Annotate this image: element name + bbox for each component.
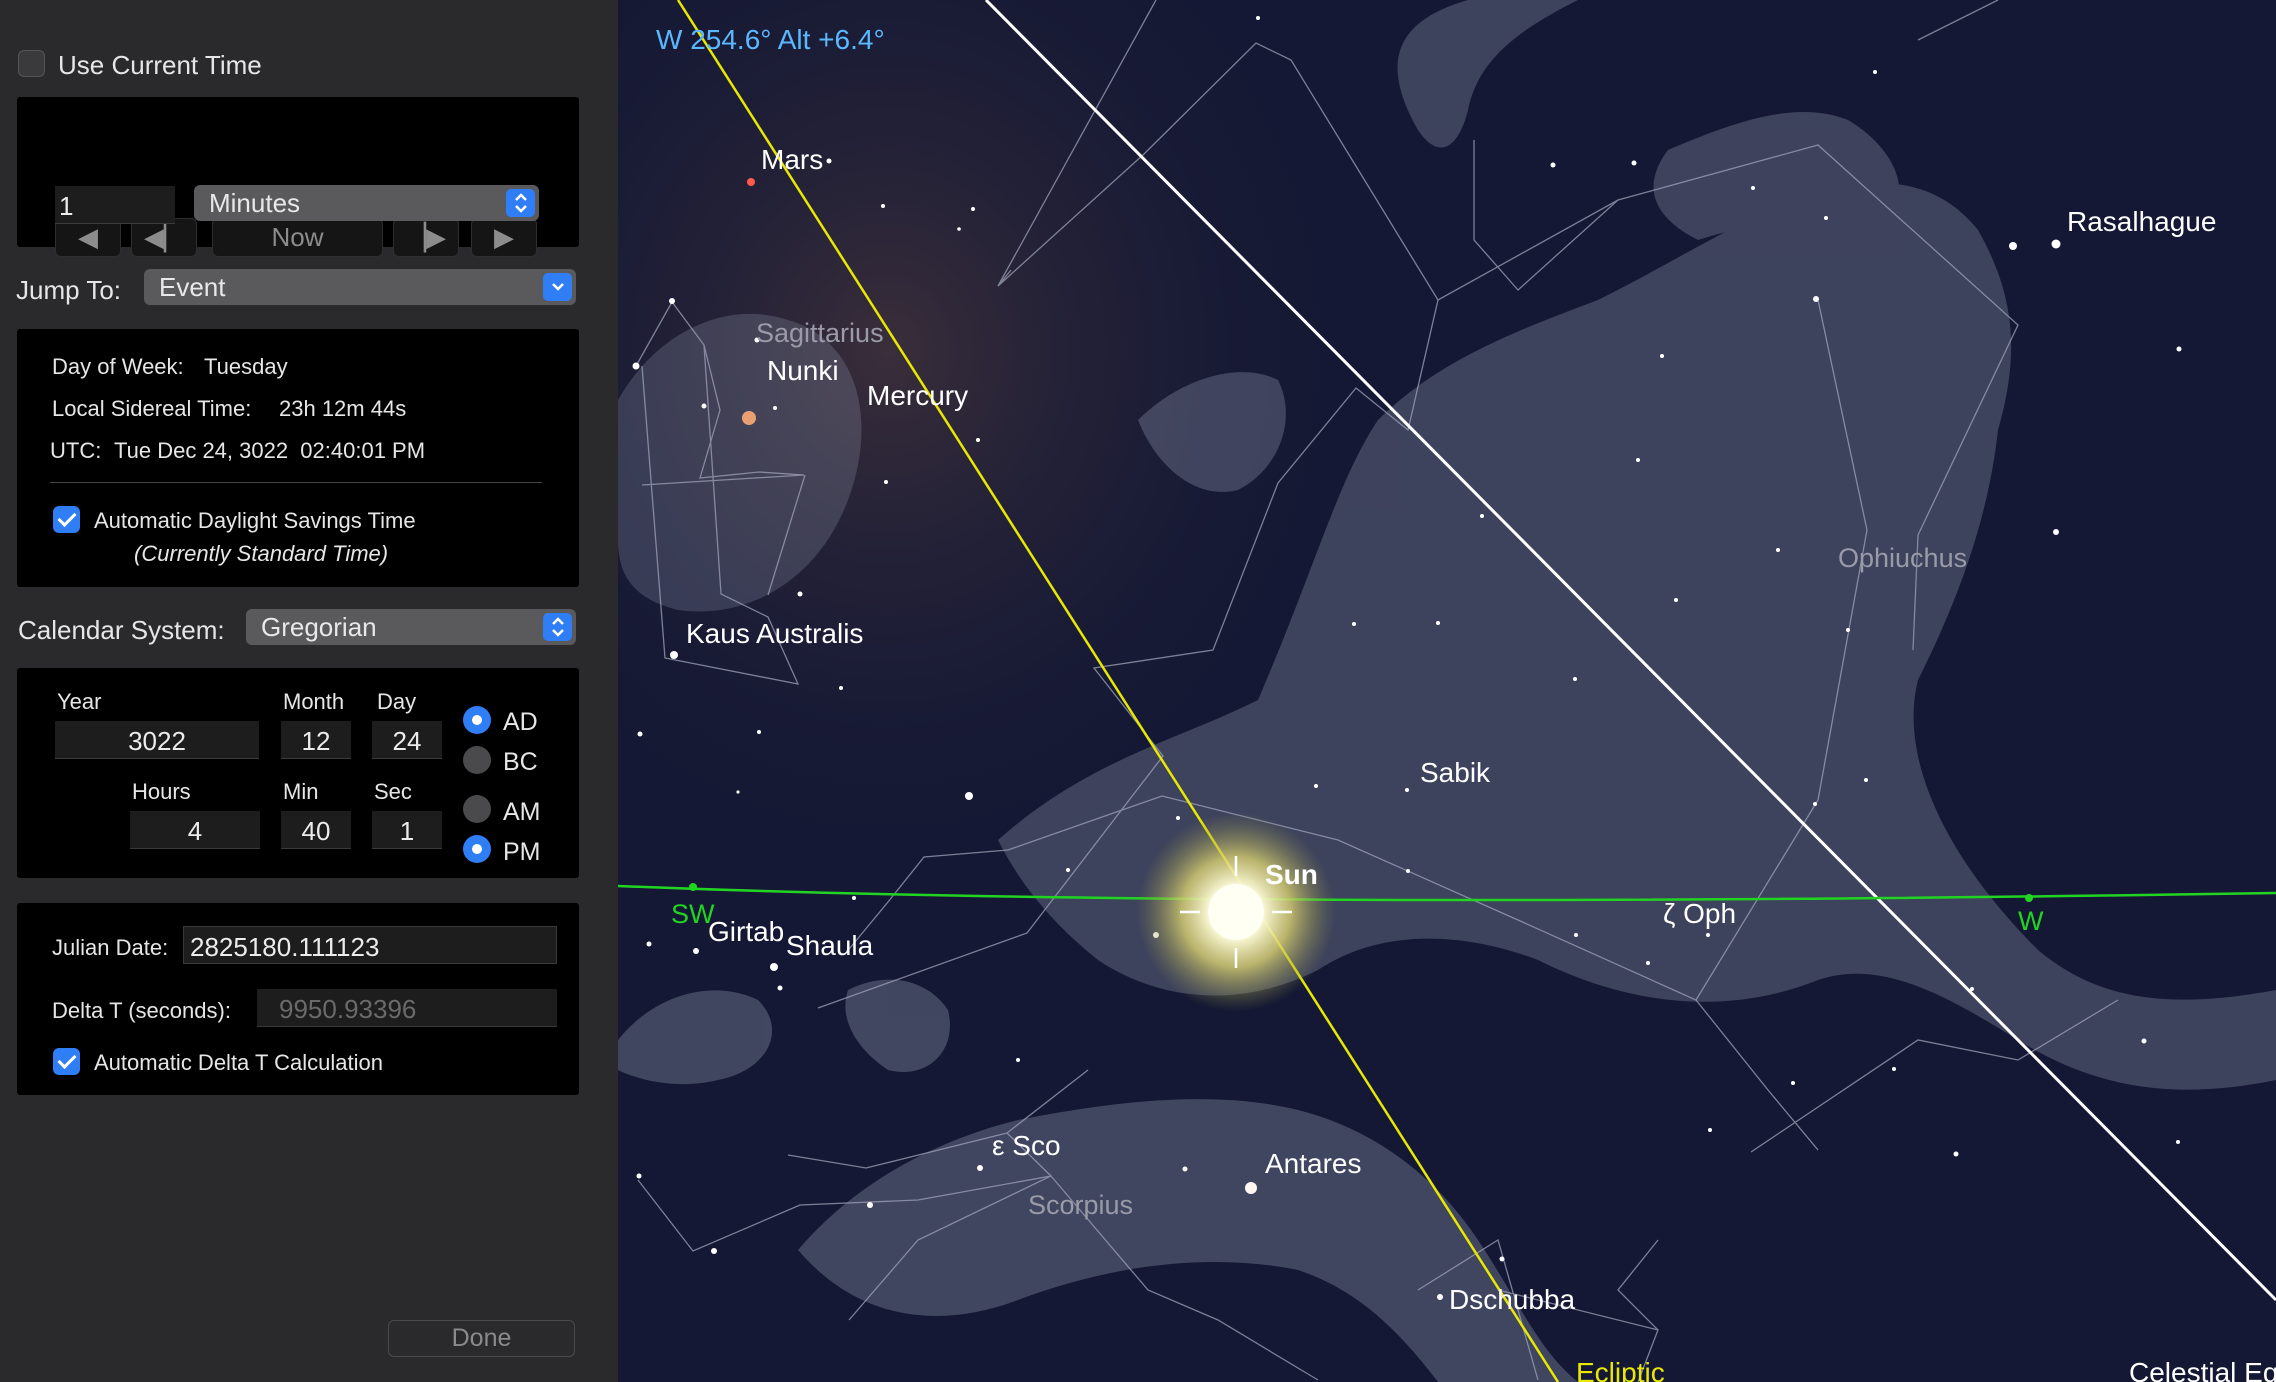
divider (50, 482, 542, 483)
mercury-planet[interactable] (742, 411, 756, 425)
w-compass-marker (2025, 894, 2033, 902)
done-button[interactable]: Done (388, 1320, 575, 1357)
step-amount-input[interactable]: 1 (55, 186, 175, 224)
sw-compass-marker (689, 883, 697, 891)
julian-date-box: Julian Date: 2825180.111123 Delta T (sec… (17, 903, 579, 1095)
w-compass-label: W (2018, 906, 2044, 936)
hours-field[interactable]: 4 (130, 811, 260, 849)
now-button-label: Now (271, 222, 324, 252)
calendar-system-label: Calendar System: (18, 615, 225, 645)
celestial-equator-label: Celestial Eq (2129, 1357, 2276, 1382)
rasalhague-star[interactable] (2051, 239, 2061, 249)
auto-dst-checkbox[interactable] (53, 506, 80, 533)
bc-label: BC (503, 748, 538, 776)
sec-field[interactable]: 1 (372, 811, 442, 849)
dst-status-text: (Currently Standard Time) (134, 541, 389, 566)
sky-canvas[interactable]: Mars Sagittarius Nunki Mercury Kaus Aust… (618, 0, 2276, 1382)
utc-label: UTC: (50, 438, 102, 463)
pm-radio[interactable] (463, 835, 491, 863)
rasalhague-label: Rasalhague (2067, 206, 2216, 237)
sabik-star[interactable] (965, 792, 973, 800)
calendar-system-value: Gregorian (261, 612, 377, 642)
sec-label: Sec (374, 779, 412, 804)
done-button-label: Done (451, 1324, 512, 1352)
pm-label: PM (503, 838, 541, 866)
epsilon-sco-label: ε Sco (992, 1130, 1061, 1161)
use-current-time-label: Use Current Time (58, 50, 262, 80)
day-of-week-label: Day of Week: (52, 354, 184, 379)
utc-value: Tue Dec 24, 3022 02:40:01 PM (114, 438, 426, 463)
pointer-coordinates-readout: W 254.6° Alt +6.4° (656, 24, 885, 55)
now-button[interactable]: Now (212, 218, 383, 257)
step-forward-icon: ▕▶ (406, 222, 446, 252)
mars-planet[interactable] (747, 178, 755, 186)
zeta-oph-label: ζ Oph (1663, 898, 1736, 929)
am-label: AM (503, 798, 541, 826)
date-time-box: Year Month Day 3022 12 24 Hours Min Sec … (17, 668, 579, 878)
ophiuchus-label: Ophiuchus (1838, 543, 1967, 573)
jump-to-label: Jump To: (16, 275, 122, 305)
play-forward-icon: ▶ (494, 222, 514, 252)
updown-chevron-icon (543, 613, 572, 641)
kaus-australis-label: Kaus Australis (686, 618, 863, 649)
julian-date-field[interactable]: 2825180.111123 (183, 926, 557, 964)
sagittarius-label: Sagittarius (756, 318, 884, 348)
auto-delta-t-checkbox[interactable] (53, 1048, 80, 1075)
auto-delta-t-label: Automatic Delta T Calculation (94, 1050, 383, 1075)
single-step-forward-button[interactable]: ▕▶ (393, 218, 459, 257)
nunki-label: Nunki (767, 355, 839, 386)
step-unit-select[interactable]: Minutes (194, 185, 539, 221)
sky-chart-view[interactable]: Mars Sagittarius Nunki Mercury Kaus Aust… (618, 0, 2276, 1382)
dschubba-label: Dschubba (1449, 1284, 1576, 1315)
ecliptic-label: Ecliptic (1576, 1357, 1665, 1382)
sidereal-time-label: Local Sidereal Time: (52, 396, 252, 421)
step-forward-button[interactable]: ▶ (471, 218, 537, 257)
delta-t-label: Delta T (seconds): (52, 998, 231, 1023)
time-step-box: ◀ ◀▏ Now ▕▶ ▶ 1 Minutes (17, 97, 579, 257)
year-label: Year (57, 689, 102, 714)
calendar-system-select[interactable]: Gregorian (246, 609, 576, 645)
chevron-down-icon (543, 273, 572, 301)
use-current-time-checkbox[interactable] (18, 50, 45, 77)
time-settings-panel: Use Current Time ◀ ◀▏ Now ▕▶ ▶ 1 Minutes… (0, 0, 618, 1382)
day-label: Day (377, 689, 417, 714)
mars-label: Mars (761, 144, 823, 175)
scorpius-label: Scorpius (1028, 1190, 1133, 1220)
hours-label: Hours (132, 779, 191, 804)
updown-chevron-icon (506, 189, 535, 217)
bc-radio[interactable] (463, 746, 491, 774)
step-unit-value: Minutes (209, 188, 301, 218)
month-field[interactable]: 12 (281, 721, 351, 759)
year-field[interactable]: 3022 (55, 721, 259, 759)
jump-to-select[interactable]: Event (144, 269, 576, 305)
sabik-label: Sabik (1420, 757, 1491, 788)
time-info-box: Day of Week: Tuesday Local Sidereal Time… (17, 329, 579, 587)
jump-to-value: Event (159, 272, 226, 302)
shaula-label: Shaula (786, 930, 874, 961)
sidereal-time-value: 23h 12m 44s (279, 396, 407, 421)
sun-label: Sun (1265, 859, 1318, 890)
day-field[interactable]: 24 (372, 721, 442, 759)
girtab-label: Girtab (708, 916, 784, 947)
am-radio[interactable] (463, 795, 491, 823)
julian-date-label: Julian Date: (52, 935, 169, 960)
month-label: Month (283, 689, 345, 714)
auto-dst-label: Automatic Daylight Savings Time (94, 508, 416, 533)
min-label: Min (283, 779, 319, 804)
sun[interactable] (1208, 884, 1264, 940)
play-reverse-icon: ◀ (78, 222, 98, 252)
min-field[interactable]: 40 (281, 811, 351, 849)
ad-label: AD (503, 708, 538, 736)
step-back-icon: ◀▏ (144, 222, 184, 252)
delta-t-field[interactable]: 9950.93396 (257, 989, 557, 1027)
mercury-label: Mercury (867, 380, 968, 411)
antares-label: Antares (1265, 1148, 1362, 1179)
ad-radio[interactable] (463, 706, 491, 734)
day-of-week-value: Tuesday (204, 354, 288, 379)
antares-star[interactable] (1245, 1182, 1257, 1194)
sw-compass-label: SW (671, 899, 715, 929)
